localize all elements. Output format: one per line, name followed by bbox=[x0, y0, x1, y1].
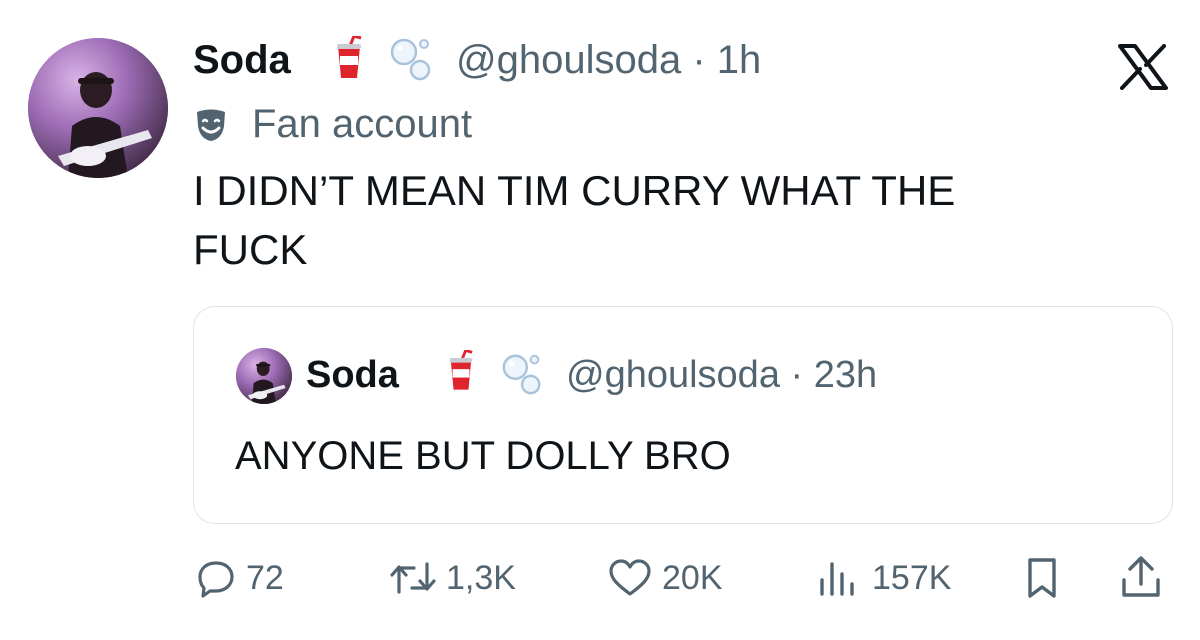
quoted-author-handle[interactable]: @ghoulsoda bbox=[566, 354, 780, 396]
author-handle[interactable]: @ghoulsoda bbox=[456, 38, 681, 82]
author-avatar[interactable] bbox=[28, 38, 168, 178]
bookmark-icon bbox=[1028, 558, 1056, 598]
bookmark-button[interactable] bbox=[1022, 556, 1062, 600]
quoted-tweet-time[interactable]: 23h bbox=[814, 354, 877, 396]
quoted-author-name[interactable]: Soda bbox=[306, 352, 399, 398]
bubbles-icon bbox=[500, 350, 546, 396]
views-button[interactable]: 157K bbox=[816, 556, 951, 600]
quoted-tweet-card[interactable] bbox=[193, 306, 1173, 524]
bubbles-icon bbox=[388, 34, 436, 82]
performing-arts-mask-icon bbox=[194, 108, 228, 142]
heart-icon bbox=[609, 559, 651, 596]
quoted-tweet-text: ANYONE BUT DOLLY BRO bbox=[235, 434, 731, 478]
quoted-author-avatar[interactable] bbox=[236, 348, 292, 404]
account-label[interactable]: Fan account bbox=[252, 100, 472, 148]
views-count: 157K bbox=[872, 558, 952, 597]
x-logo-icon[interactable] bbox=[1118, 44, 1168, 90]
reply-button[interactable]: 72 bbox=[196, 556, 284, 600]
views-icon bbox=[820, 562, 854, 596]
reply-count: 72 bbox=[246, 558, 284, 597]
like-count: 20K bbox=[662, 558, 723, 597]
like-button[interactable]: 20K bbox=[608, 556, 723, 600]
retweet-button[interactable]: 1,3K bbox=[390, 556, 516, 600]
tweet-time[interactable]: 1h bbox=[717, 38, 762, 82]
author-name[interactable]: Soda bbox=[193, 36, 291, 84]
tweet-text-line-2: FUCK bbox=[193, 226, 308, 273]
separator-dot: · bbox=[692, 38, 706, 82]
tweet-text-line-1: I DIDN’T MEAN TIM CURRY WHAT THE bbox=[193, 167, 956, 214]
cup-with-straw-icon bbox=[447, 348, 475, 392]
retweet-count: 1,3K bbox=[446, 558, 516, 597]
share-icon bbox=[1122, 556, 1160, 597]
retweet-icon bbox=[390, 562, 436, 594]
separator-dot: · bbox=[790, 354, 804, 396]
reply-icon bbox=[198, 561, 234, 598]
cup-with-straw-icon bbox=[334, 34, 364, 80]
share-button[interactable] bbox=[1118, 554, 1164, 600]
